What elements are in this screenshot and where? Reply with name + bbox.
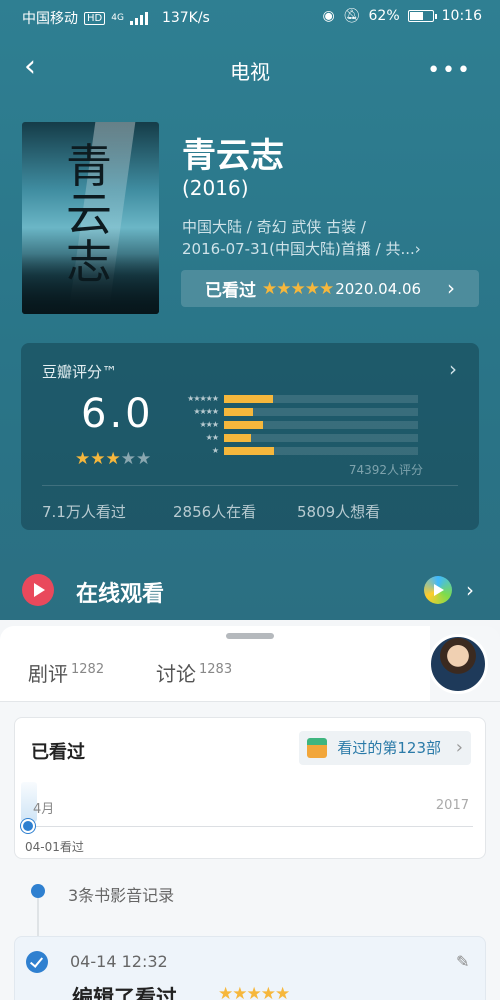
distribution-stars: ★★★: [199, 420, 219, 429]
watched-count-label: 看过的第123部: [337, 739, 441, 757]
distribution-track: [224, 433, 418, 442]
watched-card-title: 已看过: [31, 742, 85, 763]
distribution-track: [224, 446, 418, 455]
signal-icon: [129, 11, 148, 25]
more-icon[interactable]: •••: [427, 58, 472, 83]
chevron-right-icon: ›: [455, 737, 463, 758]
distribution-row: ★★: [176, 432, 426, 443]
play-icon: [22, 574, 54, 606]
star-icon: ★: [120, 449, 136, 469]
carrier-label: 中国移动: [22, 11, 78, 27]
record-time: 04-14 12:32: [70, 952, 168, 971]
star-icon: ★: [136, 449, 152, 469]
check-icon: [26, 951, 48, 973]
mute-bell-icon: 🔕︎: [342, 8, 361, 24]
watched-label: 已看过: [205, 281, 256, 301]
distribution-bar: [224, 394, 273, 403]
chevron-right-icon[interactable]: ›: [466, 578, 474, 602]
network-speed: 137K/s: [161, 10, 210, 26]
tab-reviews[interactable]: 剧评 1282: [28, 658, 104, 687]
rating-score: 6.0: [81, 391, 154, 437]
rating-count: 74392人评分: [348, 463, 423, 477]
rating-distribution: ★★★★★ ★★★★ ★★★ ★★ ★: [176, 393, 426, 458]
status-left: 中国移动 HD 4G 137K/s: [22, 8, 210, 28]
clock: 10:16: [441, 8, 482, 24]
edit-pencil-icon[interactable]: ✎: [456, 952, 469, 971]
movie-year: (2016): [182, 176, 249, 200]
divider: [42, 485, 458, 486]
distribution-track: [224, 420, 418, 429]
chevron-right-icon: ›: [447, 276, 455, 300]
my-rating-stars: ★★★★★: [262, 278, 334, 299]
watched-date: 2020.04.06: [335, 279, 422, 298]
movie-release-info[interactable]: 2016-07-31(中国大陆)首播 / 共...›: [182, 238, 421, 259]
bottom-sheet: 剧评 1282 讨论 1283 已看过 看过的第123部 › 4月 2017 04-…: [0, 626, 500, 1000]
page-title: 电视: [230, 60, 270, 84]
timeline-year: 2017: [435, 798, 469, 813]
timeline-date: 04-01看过: [25, 840, 84, 854]
battery-icon: [407, 10, 437, 22]
tab-count: 1283: [199, 662, 233, 678]
poster-image[interactable]: 青云志: [22, 122, 159, 314]
timeline-line: [27, 826, 473, 827]
distribution-bar: [224, 446, 275, 455]
rating-label: 豆瓣评分™: [42, 363, 118, 381]
eye-icon: ◉: [322, 8, 335, 24]
status-bar: 中国移动 HD 4G 137K/s ◉ 🔕︎ 62% 10:16: [0, 0, 500, 34]
distribution-row: ★: [176, 445, 426, 456]
distribution-track: [224, 407, 418, 416]
distribution-track: [224, 394, 418, 403]
watched-status-button[interactable]: 已看过 ★★★★★ 2020.04.06 ›: [181, 270, 479, 307]
watch-online-label[interactable]: 在线观看: [76, 576, 164, 608]
stat-want: 5809人想看: [297, 503, 381, 521]
movie-genres: 中国大陆 / 奇幻 武侠 古装 /: [182, 218, 366, 236]
timeline-month: 4月: [33, 802, 55, 817]
distribution-bar: [224, 420, 263, 429]
distribution-stars: ★★: [205, 433, 219, 442]
avatar[interactable]: [428, 634, 488, 694]
tab-label: 剧评: [28, 662, 68, 686]
movie-title: 青云志: [182, 136, 284, 176]
battery-fill: [409, 12, 424, 20]
battery-percent: 62%: [368, 8, 400, 24]
douban-rating-card[interactable]: 豆瓣评分™ › 6.0 ★★★★★ ★★★★★ ★★★★ ★★★ ★★ ★ 74392人…: [21, 343, 479, 530]
tab-count: 1282: [71, 662, 105, 678]
status-right: ◉ 🔕︎ 62% 10:16: [323, 8, 482, 24]
video-app-icon[interactable]: [424, 576, 452, 604]
tab-label: 讨论: [156, 662, 196, 686]
rating-stars: ★★★★★: [75, 449, 151, 469]
star-icon: ★: [75, 449, 91, 469]
distribution-row: ★★★★★: [176, 393, 426, 404]
star-icon: ★: [90, 449, 106, 469]
watched-count-tag[interactable]: 看过的第123部 ›: [299, 731, 471, 765]
star-icon: ★: [105, 449, 121, 469]
record-dot: [31, 884, 45, 898]
record-action: 编辑了看过: [72, 986, 177, 1000]
hd-icon: HD: [84, 11, 106, 25]
stat-watching: 2856人在看: [173, 503, 257, 521]
distribution-stars: ★: [211, 446, 219, 455]
stat-watched: 7.1万人看过: [42, 503, 126, 521]
distribution-stars: ★★★★★: [187, 394, 219, 403]
drag-handle[interactable]: [226, 633, 274, 639]
archive-icon: [307, 738, 328, 758]
distribution-row: ★★★★: [176, 406, 426, 417]
divider: [0, 701, 500, 702]
distribution-row: ★★★: [176, 419, 426, 430]
timeline-dot[interactable]: [21, 819, 35, 833]
records-count[interactable]: 3条书影音记录: [68, 882, 174, 906]
distribution-bar: [224, 407, 254, 416]
distribution-stars: ★★★★: [193, 407, 219, 416]
watched-timeline-card[interactable]: 已看过 看过的第123部 › 4月 2017 04-01看过: [14, 717, 486, 859]
record-stars: ★★★★★: [218, 984, 290, 1000]
chevron-right-icon: ›: [449, 357, 457, 381]
network-type: 4G: [111, 13, 124, 23]
tab-discussions[interactable]: 讨论 1283: [156, 658, 232, 687]
distribution-bar: [224, 433, 252, 442]
